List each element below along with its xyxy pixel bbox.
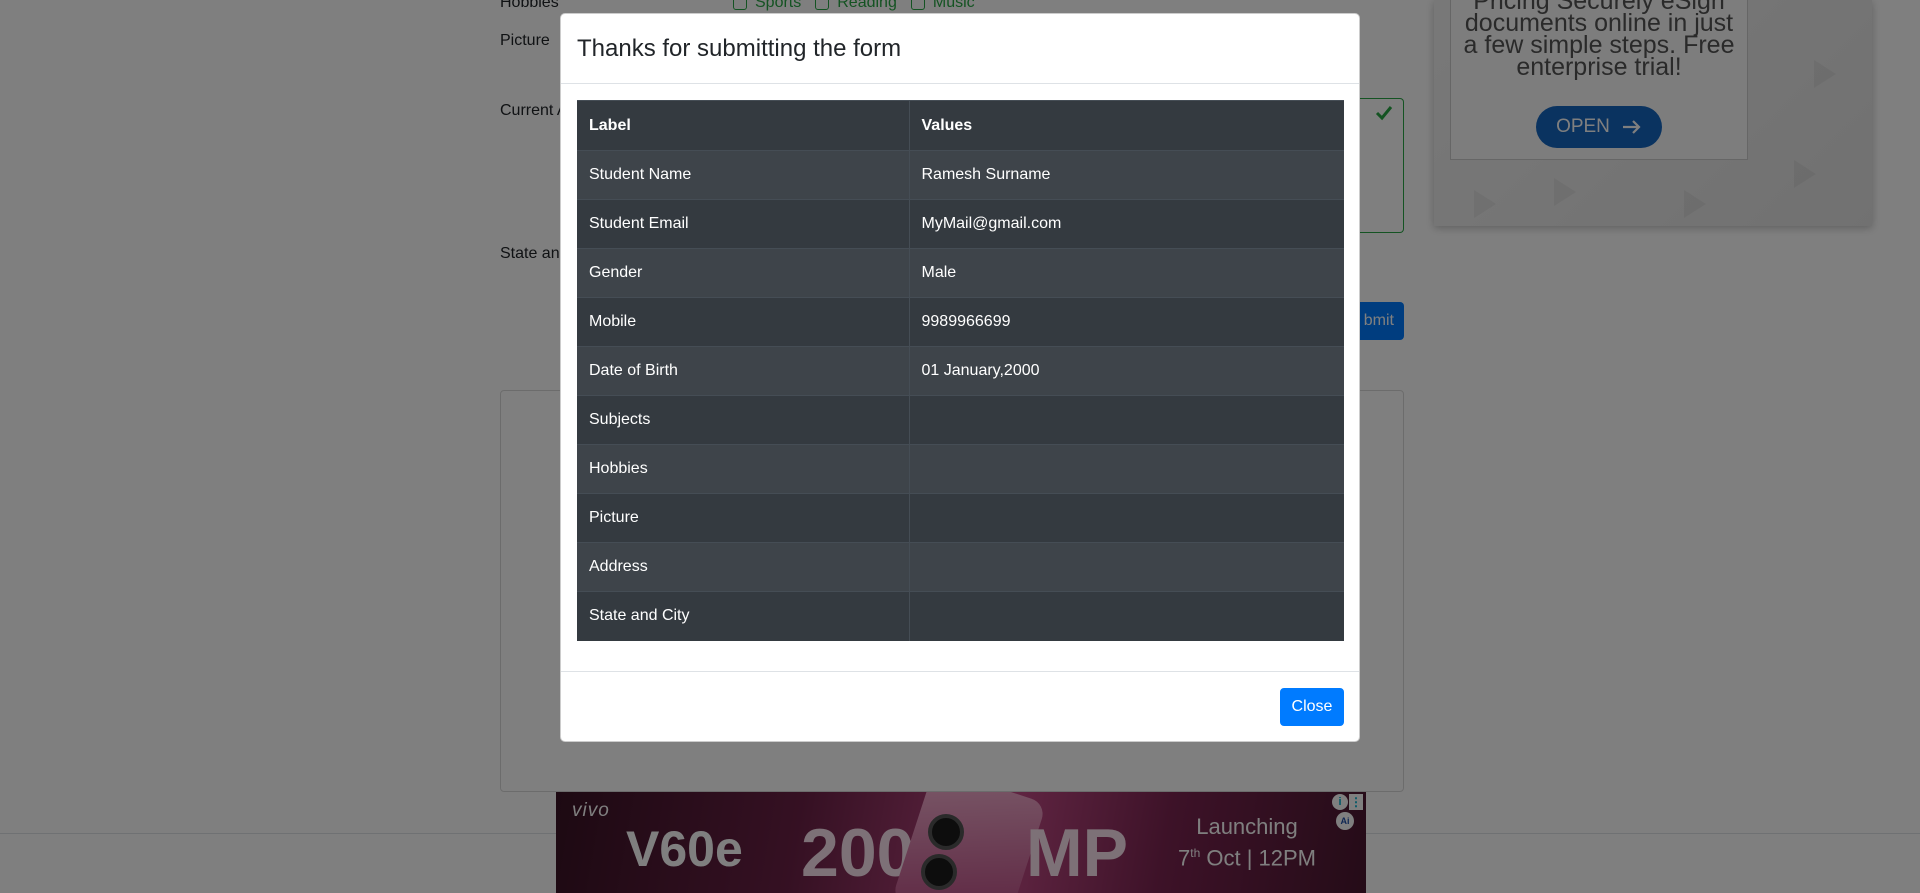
table-row: Student Name Ramesh Surname xyxy=(577,150,1344,200)
row-label: Gender xyxy=(577,248,910,298)
submission-modal: Thanks for submitting the form Label Val… xyxy=(560,13,1360,742)
row-label: State and City xyxy=(577,591,910,641)
row-label: Student Name xyxy=(577,150,910,200)
row-value: Ramesh Surname xyxy=(909,150,1344,200)
row-value xyxy=(909,591,1344,641)
row-label: Student Email xyxy=(577,199,910,249)
row-value: 9989966699 xyxy=(909,297,1344,347)
row-label: Date of Birth xyxy=(577,346,910,396)
row-value: MyMail@gmail.com xyxy=(909,199,1344,249)
table-row: Date of Birth 01 January,2000 xyxy=(577,346,1344,396)
table-row: Picture xyxy=(577,493,1344,543)
row-label: Address xyxy=(577,542,910,592)
table-row: State and City xyxy=(577,591,1344,641)
modal-header: Thanks for submitting the form xyxy=(561,14,1359,84)
submission-results-table: Label Values Student Name Ramesh Surname … xyxy=(577,100,1344,641)
row-label: Subjects xyxy=(577,395,910,445)
row-value xyxy=(909,395,1344,445)
row-value: Male xyxy=(909,248,1344,298)
table-row: Address xyxy=(577,542,1344,592)
modal-footer: Close xyxy=(561,671,1359,742)
row-value: 01 January,2000 xyxy=(909,346,1344,396)
table-row: Student Email MyMail@gmail.com xyxy=(577,199,1344,249)
table-header-row: Label Values xyxy=(577,100,1344,151)
table-row: Hobbies xyxy=(577,444,1344,494)
modal-title: Thanks for submitting the form xyxy=(577,35,902,62)
row-value xyxy=(909,444,1344,494)
modal-body: Label Values Student Name Ramesh Surname … xyxy=(561,84,1359,657)
row-value xyxy=(909,493,1344,543)
row-label: Hobbies xyxy=(577,444,910,494)
close-modal-button[interactable]: Close xyxy=(1280,688,1344,726)
table-row: Subjects xyxy=(577,395,1344,445)
table-header-label: Label xyxy=(577,100,910,151)
table-row: Mobile 9989966699 xyxy=(577,297,1344,347)
row-label: Picture xyxy=(577,493,910,543)
table-row: Gender Male xyxy=(577,248,1344,298)
row-value xyxy=(909,542,1344,592)
table-header-values: Values xyxy=(909,100,1344,151)
row-label: Mobile xyxy=(577,297,910,347)
